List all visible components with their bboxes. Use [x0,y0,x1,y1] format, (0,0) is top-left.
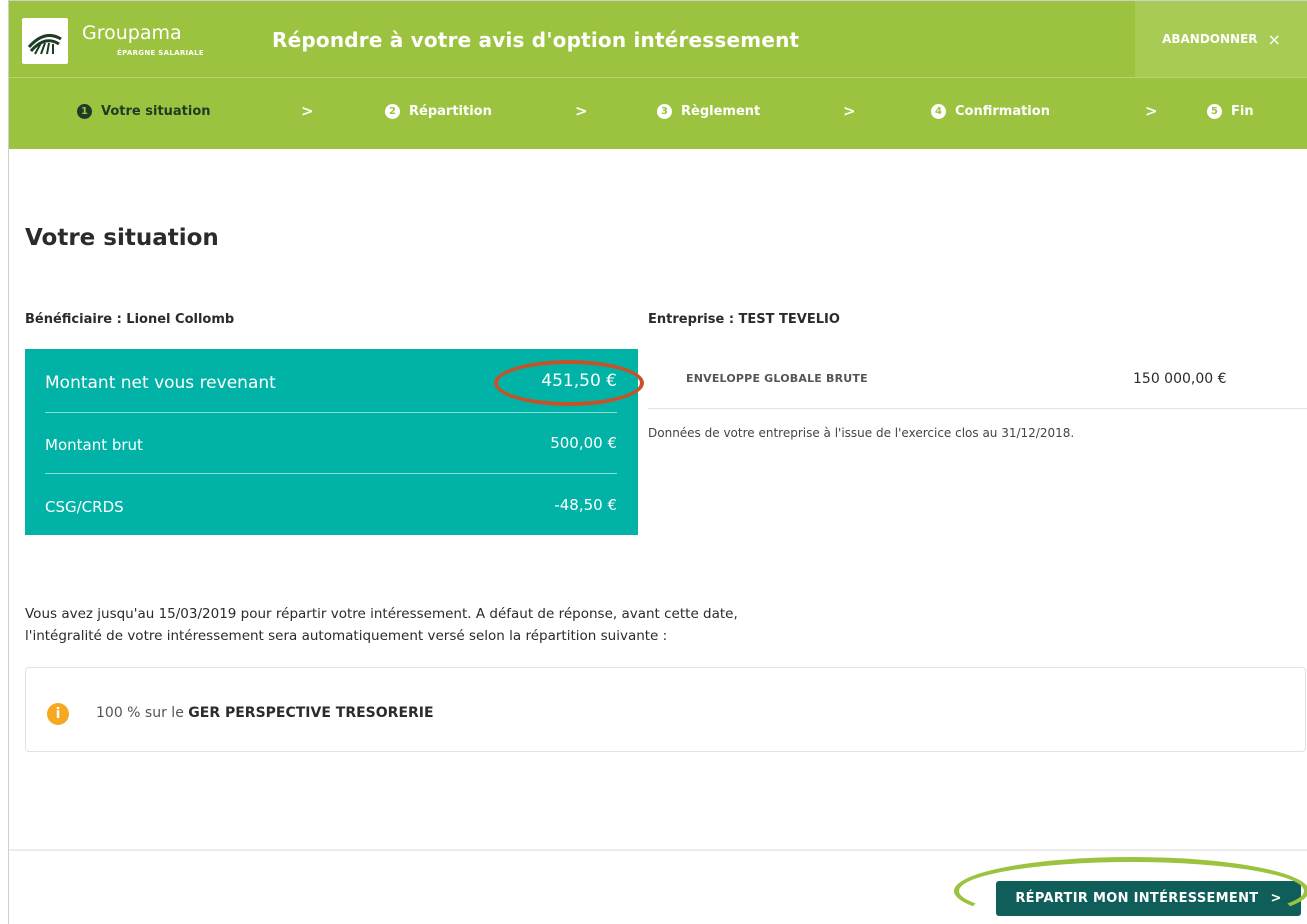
deadline-text: Vous avez jusqu'au 15/03/2019 pour répar… [25,603,925,647]
app-frame: Groupama ÉPARGNE SALARIALE Répondre à vo… [8,0,1307,924]
step-number-icon: 2 [385,104,400,119]
repartir-label: RÉPARTIR MON INTÉRESSEMENT [1015,891,1259,906]
step-confirmation: 4 Confirmation [931,104,1050,119]
amount-row-net: Montant net vous revenant 451,50 € [45,349,617,413]
envelope-label: ENVELOPPE GLOBALE BRUTE [686,372,868,385]
step-reglement: 3 Règlement [657,104,760,119]
amount-row-brut: Montant brut 500,00 € [45,413,617,474]
beneficiary-label: Bénéficiaire : Lionel Collomb [25,312,235,327]
header-bar: Groupama ÉPARGNE SALARIALE Répondre à vo… [9,1,1307,77]
amount-value: 500,00 € [550,434,617,452]
chevron-right-icon: > [843,102,856,120]
abandon-button[interactable]: ABANDONNER × [1135,1,1307,77]
amount-value: -48,50 € [554,495,617,514]
groupama-logo [22,18,68,64]
amount-label: CSG/CRDS [45,497,124,516]
chevron-right-icon: > [301,102,314,120]
company-label: Entreprise : TEST TEVELIO [648,312,840,327]
step-label: Fin [1231,104,1254,119]
amounts-card: Montant net vous revenant 451,50 € Monta… [25,349,638,535]
groupama-logo-icon [27,33,62,55]
allocation-fund: GER PERSPECTIVE TRESORERIE [188,705,434,721]
amount-label: Montant brut [45,436,143,454]
abandon-label: ABANDONNER [1162,32,1258,46]
deadline-line-2: l'intégralité de votre intéressement ser… [25,628,668,644]
step-votre-situation: 1 Votre situation [77,104,211,119]
step-repartition: 2 Répartition [385,104,492,119]
step-number-icon: 5 [1207,104,1222,119]
chevron-right-icon: > [575,102,588,120]
envelope-row: ENVELOPPE GLOBALE BRUTE 150 000,00 € [648,357,1307,409]
info-icon: i [47,703,69,725]
footer-divider [9,849,1307,851]
envelope-note: Données de votre entreprise à l'issue de… [648,426,1075,440]
repartir-button[interactable]: RÉPARTIR MON INTÉRESSEMENT > [996,881,1301,916]
step-label: Règlement [681,104,761,119]
step-fin: 5 Fin [1207,104,1254,119]
step-label: Répartition [409,104,492,119]
chevron-right-icon: > [1270,891,1282,906]
section-title: Votre situation [25,225,219,251]
step-label: Confirmation [955,104,1050,119]
step-label: Votre situation [101,104,211,119]
deadline-line-1: Vous avez jusqu'au 15/03/2019 pour répar… [25,606,738,622]
amount-row-csg: CSG/CRDS -48,50 € [45,474,617,535]
default-allocation-box: i 100 % sur le GER PERSPECTIVE TRESORERI… [25,667,1306,752]
chevron-right-icon: > [1145,102,1158,120]
allocation-prefix: 100 % sur le [96,705,189,721]
amount-label: Montant net vous revenant [45,372,276,393]
step-number-icon: 4 [931,104,946,119]
page-title: Répondre à votre avis d'option intéresse… [272,28,800,52]
default-allocation-text: 100 % sur le GER PERSPECTIVE TRESORERIE [96,705,434,721]
close-icon: × [1267,29,1281,49]
brand-subtitle: ÉPARGNE SALARIALE [117,49,204,57]
step-number-icon: 1 [77,104,92,119]
brand-name: Groupama [82,22,182,44]
steps-bar: 1 Votre situation > 2 Répartition > 3 Rè… [9,77,1307,149]
envelope-value: 150 000,00 € [1133,371,1227,387]
step-number-icon: 3 [657,104,672,119]
amount-value: 451,50 € [541,370,617,391]
